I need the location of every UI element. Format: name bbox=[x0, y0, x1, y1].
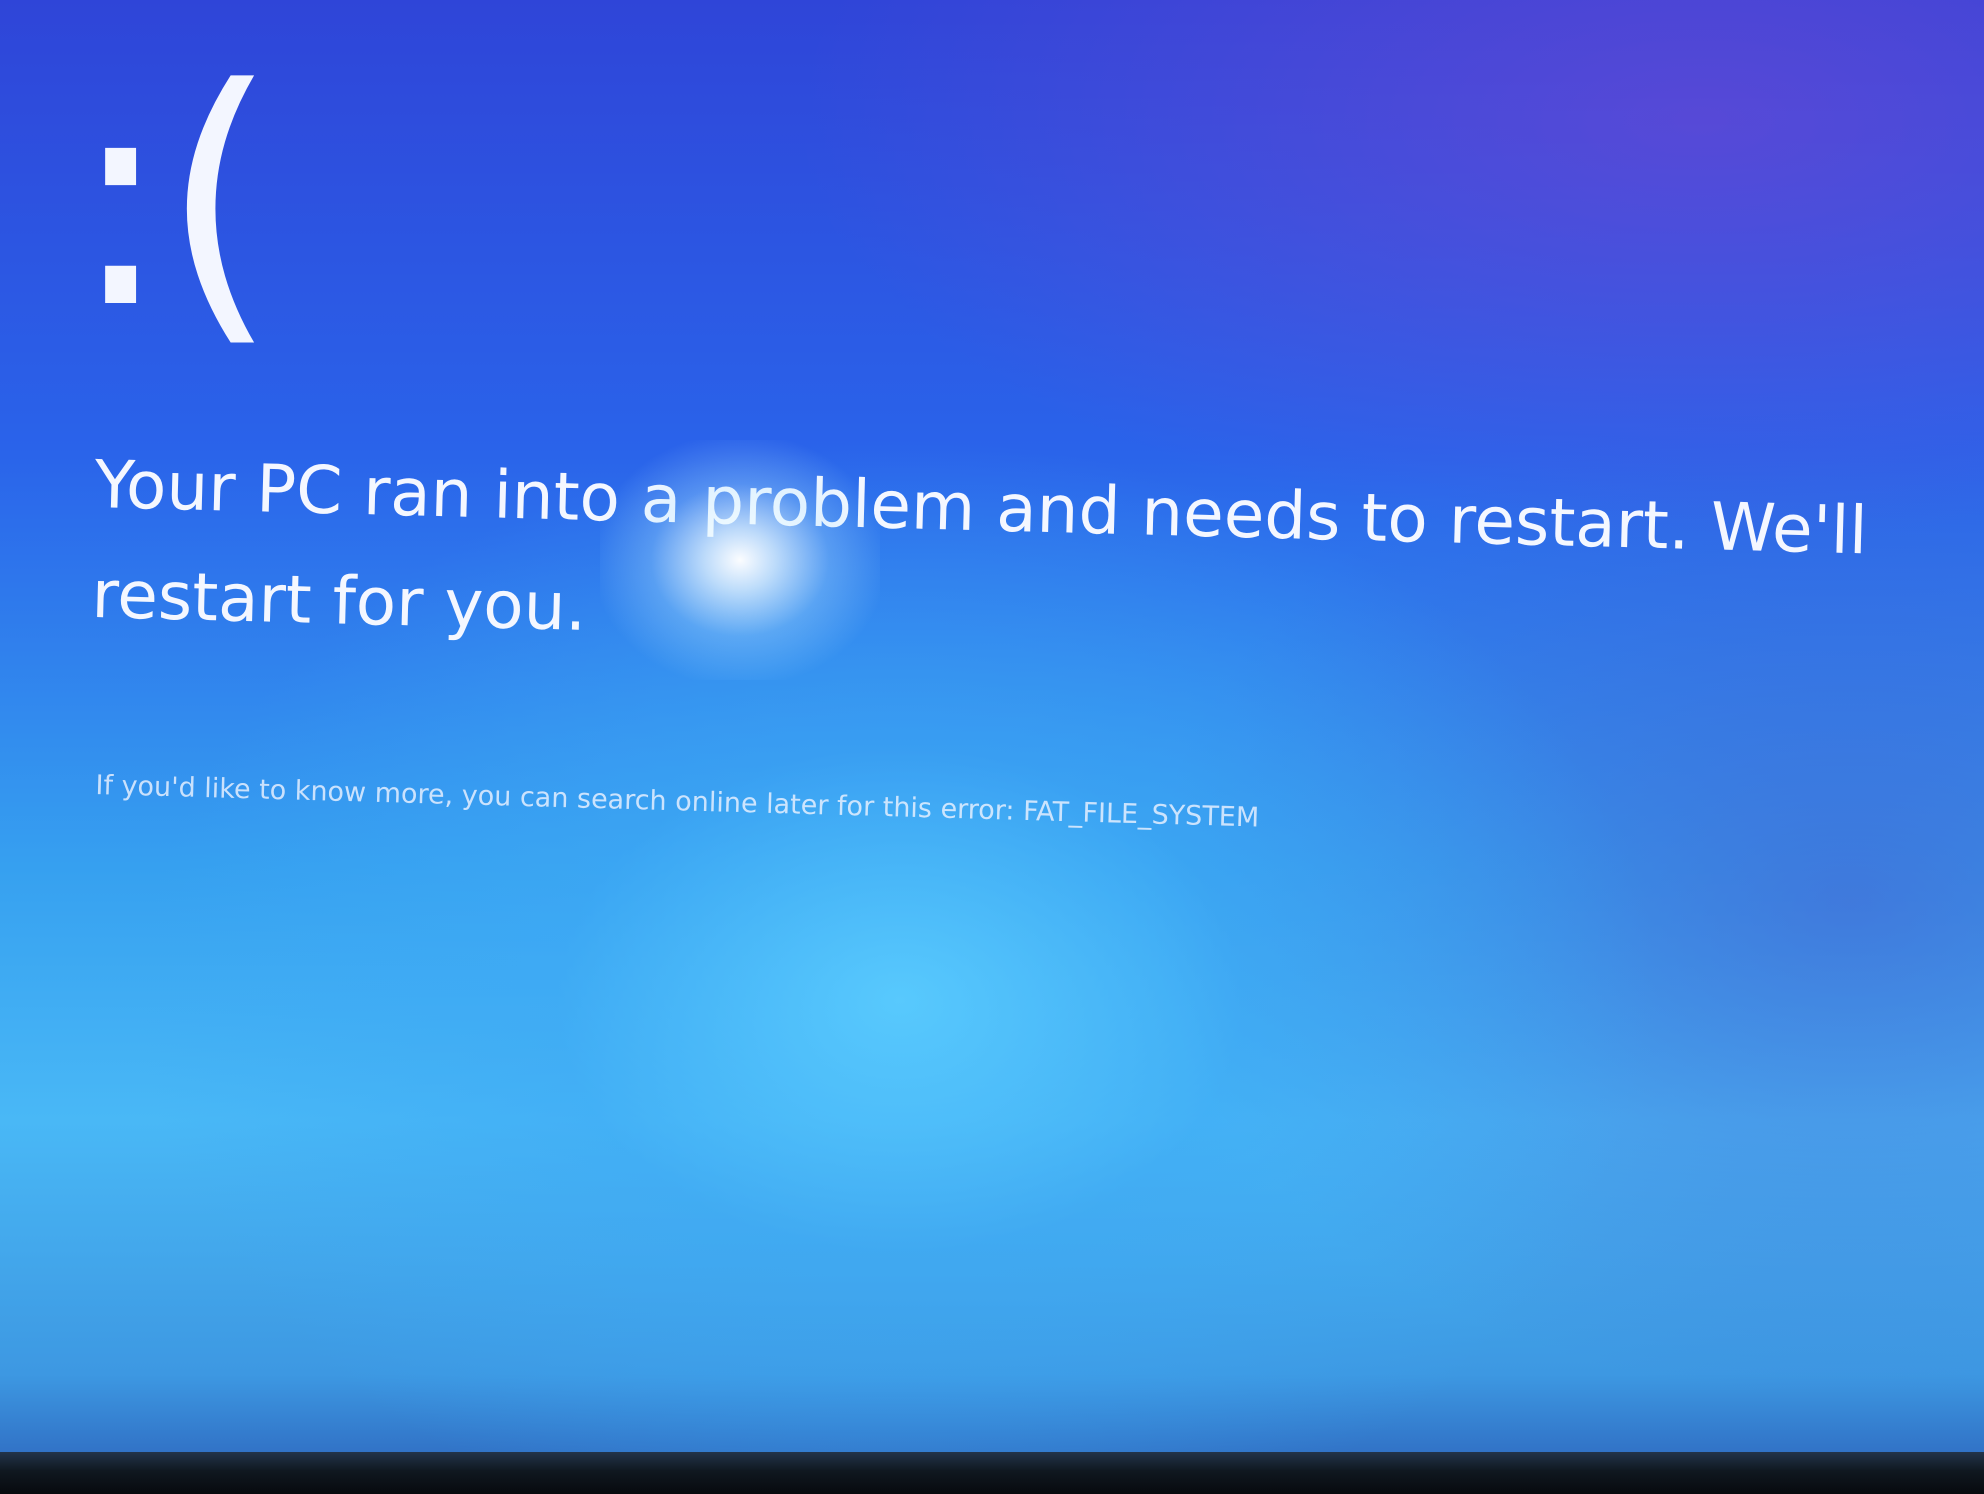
monitor-bezel bbox=[0, 1452, 1984, 1494]
sad-face-icon: :( bbox=[70, 20, 310, 380]
error-more-info: If you'd like to know more, you can sear… bbox=[95, 769, 1260, 834]
error-message: Your PC ran into a problem and needs to … bbox=[90, 445, 1869, 646]
sad-face-text: :( bbox=[70, 25, 278, 374]
blue-screen: :( Your PC ran into a problem and needs … bbox=[0, 0, 1984, 1494]
